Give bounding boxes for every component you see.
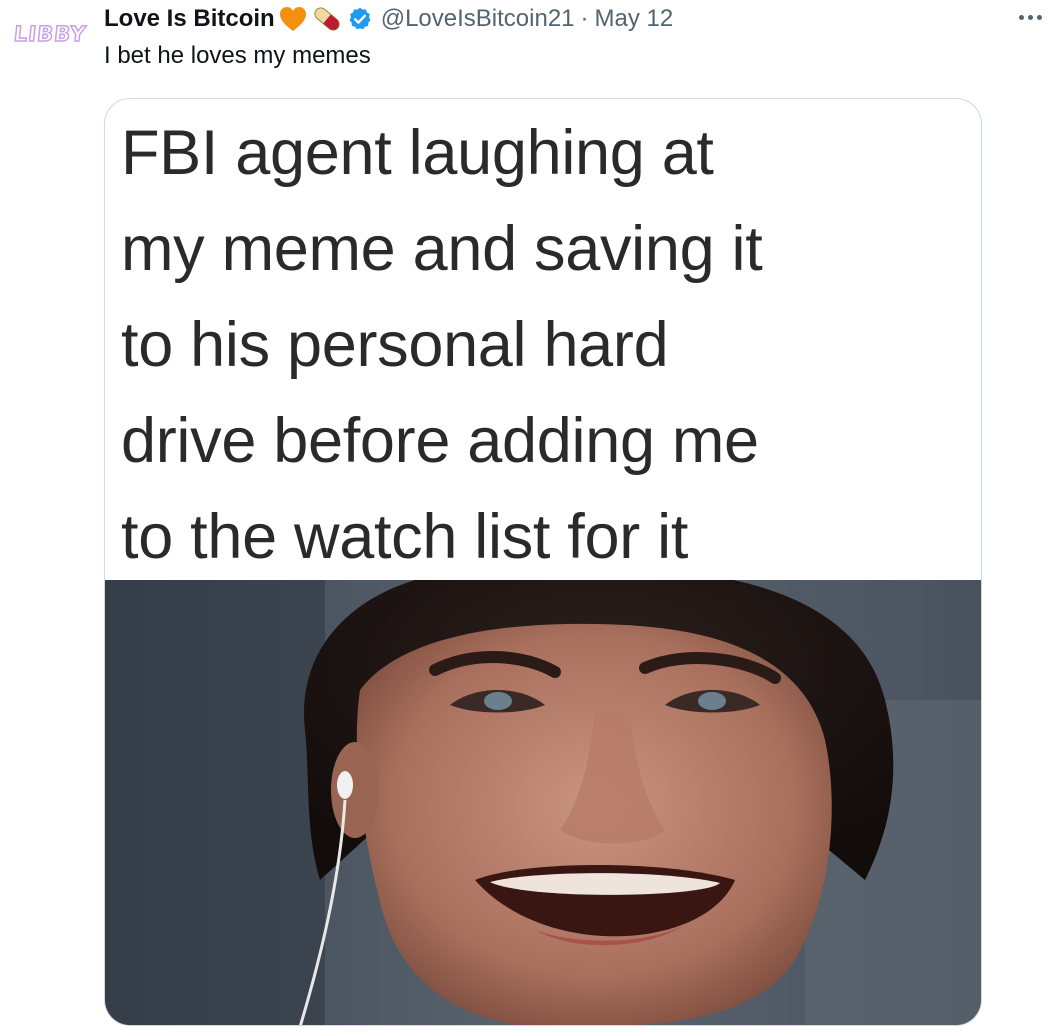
pill-icon	[311, 4, 343, 34]
more-options-icon[interactable]	[1014, 4, 1046, 30]
meme-caption-line: to his personal hard	[121, 310, 669, 380]
meme-caption-line: FBI agent laughing at	[121, 118, 714, 188]
orange-heart-icon	[279, 6, 307, 32]
tweet-media[interactable]: FBI agent laughing at my meme and saving…	[104, 98, 982, 1026]
tweet-header: Love Is Bitcoin @LoveIsBitcoin21 · May 1…	[104, 2, 673, 36]
user-handle[interactable]: @LoveIsBitcoin21	[381, 5, 575, 33]
separator-dot: ·	[580, 5, 589, 32]
display-name[interactable]: Love Is Bitcoin	[104, 5, 275, 33]
tweet-date[interactable]: May 12	[595, 5, 674, 33]
meme-caption-line: drive before adding me	[121, 406, 759, 476]
meme-photo	[105, 580, 981, 1025]
meme-caption-line: my meme and saving it	[121, 214, 763, 284]
meme-caption: FBI agent laughing at my meme and saving…	[121, 105, 971, 585]
verified-badge-icon	[347, 6, 373, 32]
meme-caption-line: to the watch list for it	[121, 502, 689, 572]
avatar[interactable]: LIBBY	[10, 20, 90, 48]
avatar-logo-text: LIBBY	[12, 21, 88, 47]
tweet-text: I bet he loves my memes	[104, 42, 371, 69]
